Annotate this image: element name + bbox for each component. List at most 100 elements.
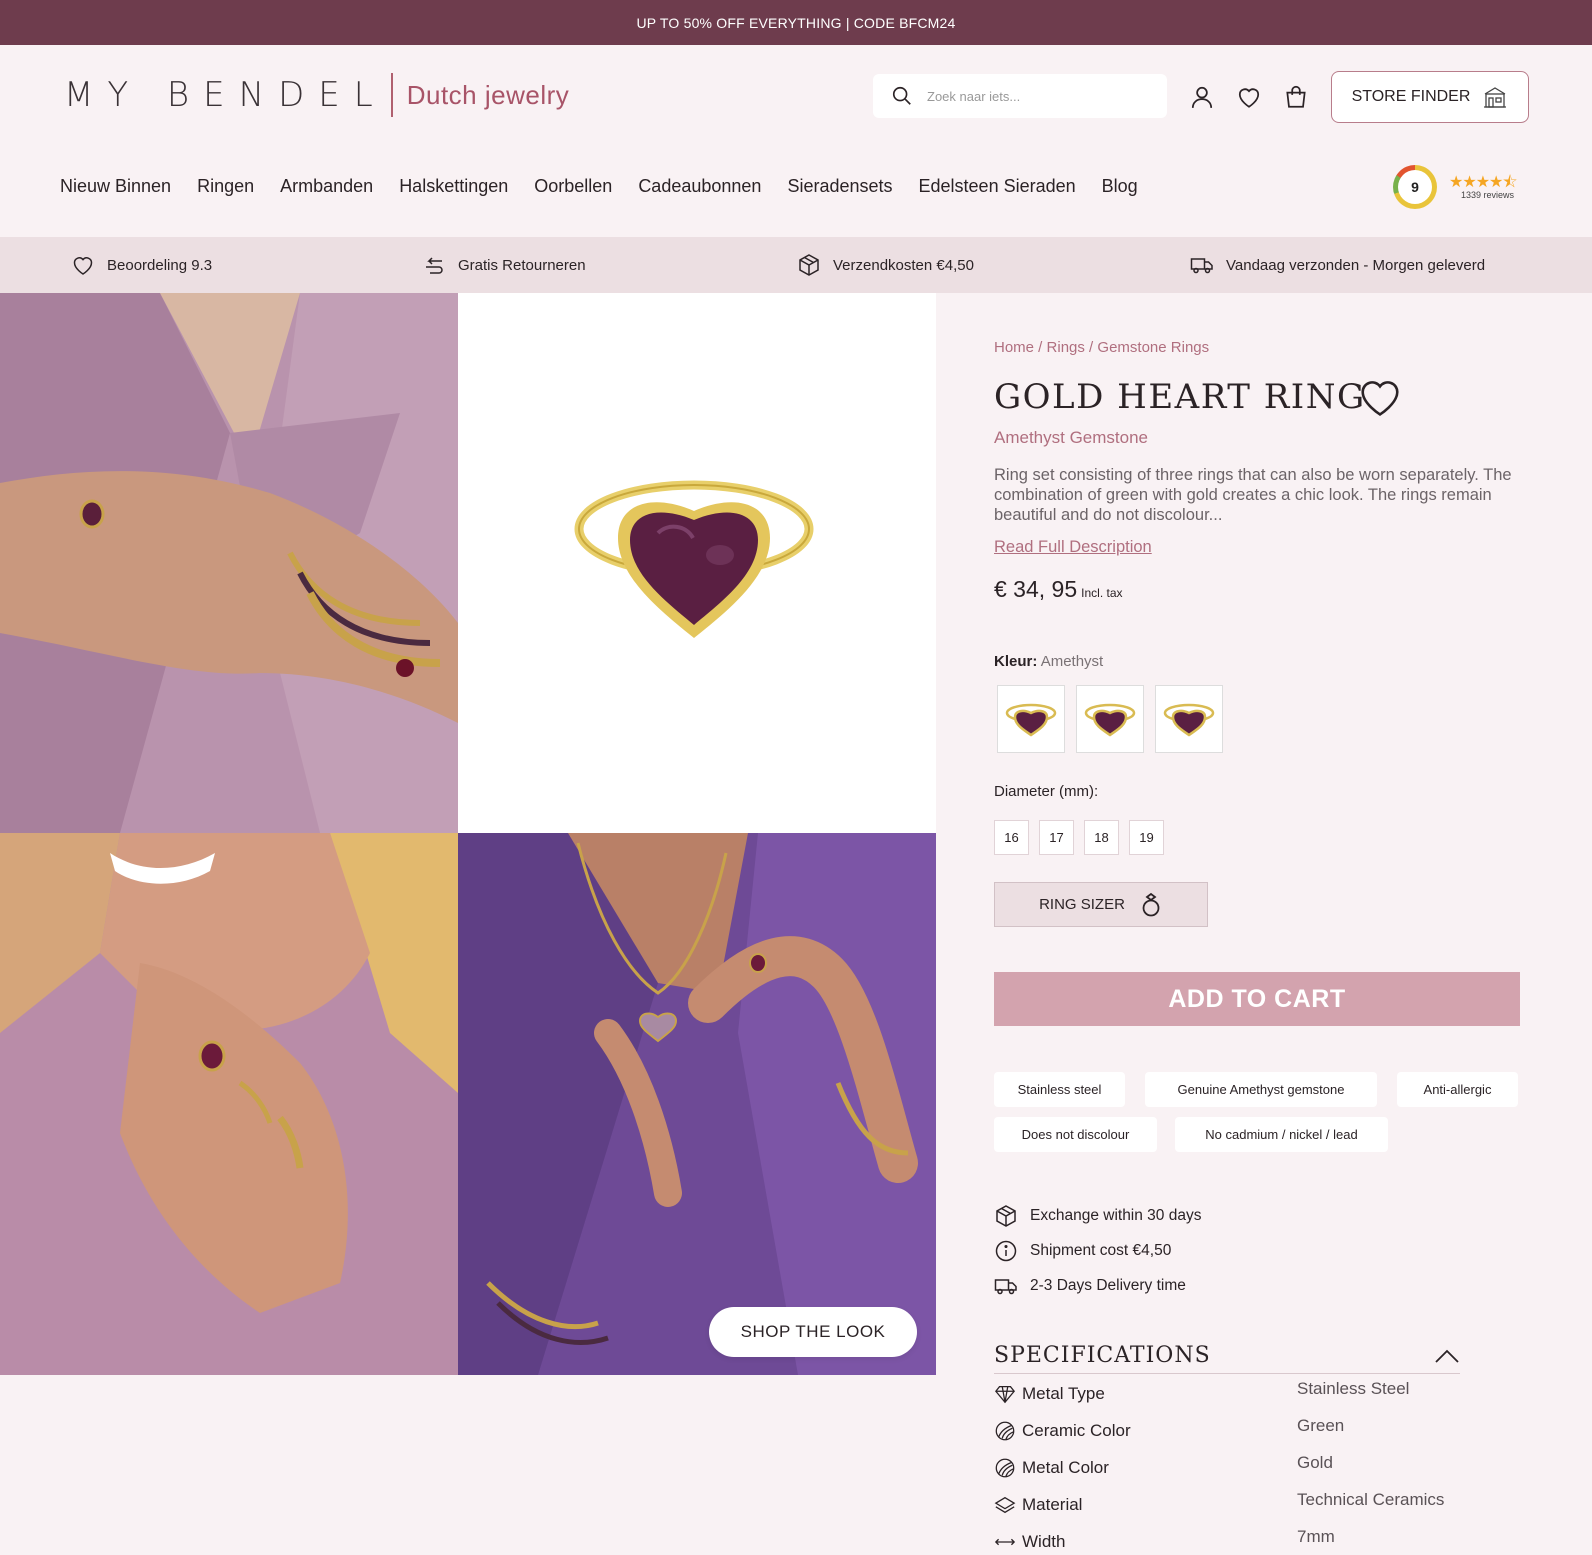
spec-key: Ceramic Color bbox=[994, 1420, 1131, 1442]
color-swatch[interactable] bbox=[997, 685, 1065, 753]
breadcrumb-separator: / bbox=[1084, 339, 1098, 356]
color-label: Kleur: Amethyst bbox=[994, 653, 1103, 670]
info-label: 2-3 Days Delivery time bbox=[1030, 1276, 1186, 1294]
rating-score: 9 bbox=[1398, 170, 1432, 204]
gallery-image-hand-blazer[interactable] bbox=[0, 293, 458, 833]
heart-icon bbox=[73, 257, 93, 275]
product-gallery bbox=[0, 293, 936, 1375]
chevron-up-icon bbox=[1435, 1349, 1459, 1363]
breadcrumb-category[interactable]: Gemstone Rings bbox=[1097, 339, 1209, 356]
gallery-image-smile[interactable] bbox=[0, 833, 458, 1375]
spec-row: Metal Color Gold bbox=[994, 1453, 1474, 1494]
read-full-description-link[interactable]: Read Full Description bbox=[994, 538, 1152, 557]
info-delivery-time: 2-3 Days Delivery time bbox=[994, 1268, 1201, 1303]
spec-key-label: Metal Type bbox=[1022, 1384, 1105, 1403]
spec-key-label: Metal Color bbox=[1022, 1458, 1109, 1477]
color-label-key: Kleur: bbox=[994, 653, 1038, 670]
size-option[interactable]: 18 bbox=[1084, 820, 1119, 855]
product-description: Ring set consisting of three rings that … bbox=[994, 466, 1512, 524]
color-swatch[interactable] bbox=[1155, 685, 1223, 753]
usp-shipping: Verzendkosten €4,50 bbox=[797, 237, 974, 293]
layers-icon bbox=[994, 1496, 1016, 1514]
spec-key: Metal Type bbox=[994, 1383, 1105, 1405]
info-label: Shipment cost €4,50 bbox=[1030, 1241, 1172, 1259]
usp-returns: Gratis Retourneren bbox=[422, 237, 586, 293]
shop-the-look-button[interactable]: SHOP THE LOOK bbox=[709, 1307, 917, 1357]
nav-item-ringen[interactable]: Ringen bbox=[197, 176, 254, 197]
wishlist-icon[interactable] bbox=[1236, 84, 1262, 110]
feature-tag: Does not discolour bbox=[994, 1117, 1157, 1152]
usp-delivery: Vandaag verzonden - Morgen geleverd bbox=[1190, 237, 1485, 293]
info-label: Exchange within 30 days bbox=[1030, 1206, 1202, 1224]
usp-label: Verzendkosten €4,50 bbox=[833, 256, 974, 274]
truck-icon bbox=[1190, 258, 1213, 274]
size-options: 16 17 18 19 bbox=[994, 820, 1164, 855]
search-bar[interactable] bbox=[873, 74, 1167, 118]
nav-item-halskettingen[interactable]: Halskettingen bbox=[399, 176, 508, 197]
promo-text: UP TO 50% OFF EVERYTHING | CODE BFCM24 bbox=[636, 14, 956, 31]
nav-item-sieradensets[interactable]: Sieradensets bbox=[787, 176, 892, 197]
box-icon bbox=[996, 1204, 1016, 1227]
spec-value: Gold bbox=[1297, 1453, 1333, 1472]
main-nav: Nieuw Binnen Ringen Armbanden Halskettin… bbox=[60, 176, 1164, 197]
gallery-image-product[interactable] bbox=[458, 293, 936, 833]
product-subtitle: Amethyst Gemstone bbox=[994, 428, 1149, 447]
color-label-value: Amethyst bbox=[1040, 653, 1104, 670]
width-icon bbox=[994, 1538, 1016, 1546]
search-input[interactable] bbox=[927, 88, 1147, 104]
spec-key-label: Material bbox=[1022, 1495, 1083, 1514]
spec-value: Green bbox=[1297, 1416, 1345, 1435]
account-icon[interactable] bbox=[1189, 84, 1215, 110]
ring-sizer-label: RING SIZER bbox=[1039, 896, 1125, 913]
info-exchange: Exchange within 30 days bbox=[994, 1198, 1201, 1233]
logo[interactable]: MY BENDEL Dutch jewelry bbox=[64, 73, 569, 117]
logo-main-text: MY BENDEL bbox=[64, 75, 387, 115]
nav-item-cadeaubonnen[interactable]: Cadeaubonnen bbox=[638, 176, 761, 197]
rating-badge[interactable]: 9 bbox=[1393, 165, 1437, 209]
size-option[interactable]: 17 bbox=[1039, 820, 1074, 855]
palette-icon bbox=[995, 1458, 1015, 1478]
spec-key: Metal Color bbox=[994, 1457, 1109, 1479]
nav-item-armbanden[interactable]: Armbanden bbox=[280, 176, 373, 197]
usp-label: Gratis Retourneren bbox=[458, 256, 586, 274]
nav-item-edelsteen-sieraden[interactable]: Edelsteen Sieraden bbox=[919, 176, 1076, 197]
box-icon bbox=[799, 254, 819, 276]
logo-divider bbox=[390, 73, 393, 117]
info-icon bbox=[995, 1240, 1017, 1261]
feature-tag: Genuine Amethyst gemstone bbox=[1145, 1072, 1377, 1107]
shipping-info: Exchange within 30 days Shipment cost €4… bbox=[994, 1198, 1201, 1303]
usp-label: Vandaag verzonden - Morgen geleverd bbox=[1226, 256, 1486, 274]
size-option[interactable]: 19 bbox=[1129, 820, 1164, 855]
specifications-list: Metal Type Stainless Steel Ceramic Color… bbox=[994, 1379, 1474, 1555]
color-swatch[interactable] bbox=[1076, 685, 1144, 753]
palette-icon bbox=[995, 1421, 1015, 1441]
product-price: € 34, 95 Incl. tax bbox=[994, 576, 1123, 603]
breadcrumb-home[interactable]: Home bbox=[994, 339, 1034, 356]
cart-icon[interactable] bbox=[1283, 84, 1309, 110]
add-to-cart-button[interactable]: ADD TO CART bbox=[994, 972, 1520, 1026]
color-swatches bbox=[997, 685, 1223, 753]
nav-item-blog[interactable]: Blog bbox=[1102, 176, 1138, 197]
wishlist-heart-icon[interactable] bbox=[1359, 379, 1401, 417]
spec-key: Material bbox=[994, 1494, 1082, 1516]
specifications-title: SPECIFICATIONS bbox=[994, 1343, 1211, 1368]
usp-bar: Beoordeling 9.3 Gratis Retourneren Verze… bbox=[0, 237, 1592, 293]
feature-tag: Anti-allergic bbox=[1397, 1072, 1518, 1107]
spec-key-label: Width bbox=[1022, 1532, 1066, 1551]
store-finder-label: STORE FINDER bbox=[1351, 88, 1471, 105]
store-icon bbox=[1484, 87, 1507, 108]
usp-rating: Beoordeling 9.3 bbox=[71, 237, 212, 293]
ring-sizer-button[interactable]: RING SIZER bbox=[994, 882, 1208, 927]
promo-bar: UP TO 50% OFF EVERYTHING | CODE BFCM24 bbox=[0, 0, 1592, 45]
nav-item-oorbellen[interactable]: Oorbellen bbox=[534, 176, 612, 197]
breadcrumb-rings[interactable]: Rings bbox=[1047, 339, 1085, 356]
spec-row: Material Technical Ceramics bbox=[994, 1490, 1474, 1531]
gallery-image-shop-the-look[interactable] bbox=[458, 833, 936, 1375]
nav-item-nieuw-binnen[interactable]: Nieuw Binnen bbox=[60, 176, 171, 197]
specifications-toggle[interactable]: SPECIFICATIONS bbox=[994, 1338, 1460, 1374]
size-option[interactable]: 16 bbox=[994, 820, 1029, 855]
store-finder-button[interactable]: STORE FINDER bbox=[1331, 71, 1529, 123]
diamond-icon bbox=[995, 1386, 1015, 1404]
feature-tag: Stainless steel bbox=[994, 1072, 1125, 1107]
search-icon bbox=[892, 86, 911, 105]
